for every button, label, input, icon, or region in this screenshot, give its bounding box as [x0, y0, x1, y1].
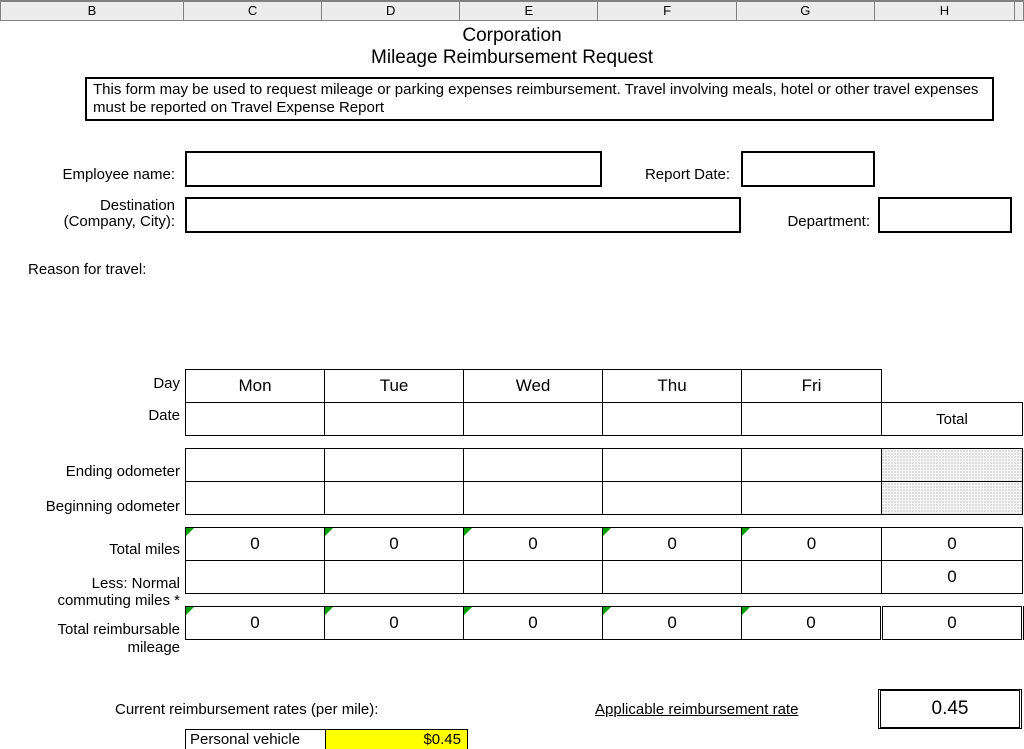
- beginning-wed[interactable]: [464, 482, 603, 515]
- commuting-tue[interactable]: [325, 561, 464, 594]
- commuting-fri[interactable]: [742, 561, 882, 594]
- reimb-total: 0: [881, 607, 1022, 640]
- col-header-g[interactable]: G: [737, 1, 875, 21]
- table-row-ending: [186, 449, 1023, 482]
- report-date-label: Report Date:: [610, 166, 730, 183]
- reimb-tue[interactable]: 0: [325, 607, 464, 640]
- day-fri[interactable]: Fri: [742, 370, 882, 403]
- personal-vehicle-rate[interactable]: $0.45: [326, 729, 468, 749]
- totalmiles-wed[interactable]: 0: [464, 528, 603, 561]
- reimb-mon[interactable]: 0: [186, 607, 325, 640]
- personal-vehicle-label: Personal vehicle: [185, 729, 326, 749]
- day-wed[interactable]: Wed: [464, 370, 603, 403]
- ending-odometer-label: Ending odometer: [0, 463, 180, 480]
- commuting-mon[interactable]: [186, 561, 325, 594]
- beginning-fri[interactable]: [742, 482, 882, 515]
- reimb-fri[interactable]: 0: [742, 607, 882, 640]
- applicable-rate-label: Applicable reimbursement rate: [595, 701, 798, 718]
- destination-label-2: (Company, City):: [0, 213, 175, 230]
- date-tue[interactable]: [325, 403, 464, 436]
- table-row-commuting: 0: [186, 561, 1023, 594]
- destination-input[interactable]: [185, 197, 741, 233]
- col-header-next[interactable]: [1015, 1, 1024, 21]
- table-row-beginning: [186, 482, 1023, 515]
- personal-vehicle-row: Personal vehicle $0.45: [185, 729, 468, 749]
- sheet-area: Corporation Mileage Reimbursement Reques…: [0, 21, 1024, 735]
- employee-name-input[interactable]: [185, 151, 602, 187]
- table-row-total-miles: 0 0 0 0 0 0: [186, 528, 1023, 561]
- day-thu[interactable]: Thu: [603, 370, 742, 403]
- commuting-total: 0: [881, 561, 1022, 594]
- ending-wed[interactable]: [464, 449, 603, 482]
- reason-label: Reason for travel:: [28, 261, 228, 278]
- day-total-spacer: [881, 370, 1022, 403]
- ending-total: [881, 449, 1022, 482]
- beginning-odometer-label: Beginning odometer: [0, 498, 180, 515]
- ending-tue[interactable]: [325, 449, 464, 482]
- less-normal-label-1: Less: Normal: [0, 575, 180, 592]
- department-label: Department:: [740, 213, 870, 230]
- page-title: Corporation: [0, 21, 1024, 47]
- date-fri[interactable]: [742, 403, 882, 436]
- date-wed[interactable]: [464, 403, 603, 436]
- totalmiles-thu[interactable]: 0: [603, 528, 742, 561]
- instructions-box: This form may be used to request mileage…: [85, 77, 994, 121]
- beginning-total: [881, 482, 1022, 515]
- table-row-date: Total: [186, 403, 1023, 436]
- beginning-mon[interactable]: [186, 482, 325, 515]
- commuting-thu[interactable]: [603, 561, 742, 594]
- total-reimbursable-label-2: mileage: [0, 639, 180, 656]
- beginning-thu[interactable]: [603, 482, 742, 515]
- page-subtitle: Mileage Reimbursement Request: [0, 47, 1024, 77]
- day-label: Day: [0, 375, 180, 392]
- total-miles-label: Total miles: [0, 541, 180, 558]
- applicable-rate-value[interactable]: 0.45: [878, 689, 1022, 729]
- column-headers: B C D E F G H: [0, 0, 1024, 21]
- table-row-reimbursable: 0 0 0 0 0 0: [186, 607, 1023, 640]
- ending-thu[interactable]: [603, 449, 742, 482]
- mileage-table: Mon Tue Wed Thu Fri Total: [185, 369, 1024, 640]
- employee-name-label: Employee name:: [0, 166, 175, 183]
- report-date-input[interactable]: [741, 151, 875, 187]
- totalmiles-mon[interactable]: 0: [186, 528, 325, 561]
- totalmiles-total: 0: [881, 528, 1022, 561]
- current-rates-label: Current reimbursement rates (per mile):: [115, 701, 378, 718]
- date-label: Date: [0, 407, 180, 424]
- commuting-wed[interactable]: [464, 561, 603, 594]
- department-input[interactable]: [878, 197, 1012, 233]
- col-header-h[interactable]: H: [875, 1, 1015, 21]
- total-reimbursable-label-1: Total reimbursable: [0, 621, 180, 638]
- ending-mon[interactable]: [186, 449, 325, 482]
- table-row-day: Mon Tue Wed Thu Fri: [186, 370, 1023, 403]
- day-mon[interactable]: Mon: [186, 370, 325, 403]
- col-header-f[interactable]: F: [598, 1, 736, 21]
- col-header-d[interactable]: D: [322, 1, 460, 21]
- col-header-e[interactable]: E: [460, 1, 598, 21]
- destination-label-1: Destination: [0, 197, 175, 214]
- reimb-thu[interactable]: 0: [603, 607, 742, 640]
- ending-fri[interactable]: [742, 449, 882, 482]
- less-normal-label-2: commuting miles *: [0, 592, 180, 609]
- date-mon[interactable]: [186, 403, 325, 436]
- col-header-c[interactable]: C: [184, 1, 322, 21]
- totalmiles-tue[interactable]: 0: [325, 528, 464, 561]
- beginning-tue[interactable]: [325, 482, 464, 515]
- col-header-b[interactable]: B: [0, 1, 184, 21]
- totalmiles-fri[interactable]: 0: [742, 528, 882, 561]
- reimb-wed[interactable]: 0: [464, 607, 603, 640]
- total-header-cell: Total: [881, 403, 1022, 436]
- date-thu[interactable]: [603, 403, 742, 436]
- day-tue[interactable]: Tue: [325, 370, 464, 403]
